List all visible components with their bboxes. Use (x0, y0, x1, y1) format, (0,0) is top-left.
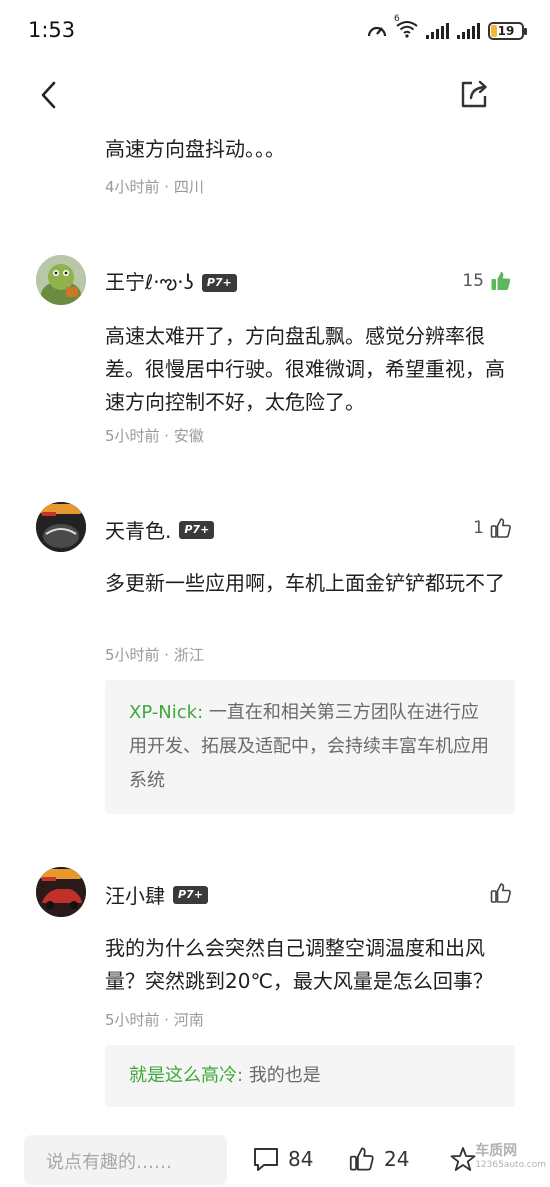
comment-text: 高速方向盘抖动。。。 (105, 137, 285, 161)
comments-button[interactable]: 84 (252, 1146, 313, 1172)
username-row: 汪小肆 P7+ (105, 880, 208, 909)
status-icons: 6 19 (366, 14, 527, 42)
comment-text: 高速太难开了，方向盘乱飘。感觉分辨率很差。很慢居中行驶。很难微调，希望重视，高速… (105, 324, 505, 414)
username[interactable]: 天青色. (105, 515, 171, 544)
status-time: 1:53 (28, 18, 76, 42)
comment-meta: 5小时前 · 安徽 (105, 427, 204, 445)
avatar-car-image (36, 867, 86, 917)
back-arrow-icon[interactable] (36, 80, 64, 110)
reply-box[interactable]: 就是这么高冷: 我的也是 (105, 1045, 515, 1107)
like-count: 24 (384, 1147, 410, 1171)
battery-icon: 19 (488, 22, 527, 40)
bottom-action-bar: 说点有趣的…… 84 24 车质网 12365auto.com (0, 1130, 550, 1187)
reply-box[interactable]: XP-Nick: 一直在和相关第三方团队在进行应用开发、拓展及适配中，会持续丰富… (105, 680, 515, 814)
like-button[interactable]: 1 (473, 517, 512, 539)
like-button[interactable]: 15 (462, 270, 512, 292)
avatar-frog-image (36, 255, 86, 305)
share-icon[interactable] (458, 78, 490, 110)
user-avatar[interactable] (36, 255, 86, 305)
thumbs-up-filled-icon (491, 272, 511, 290)
car-model-badge: P7+ (173, 885, 208, 904)
speedometer-icon (367, 26, 387, 37)
like-count: 1 (473, 518, 484, 538)
favorite-button[interactable] (450, 1146, 476, 1172)
thumbs-up-outline-icon (349, 1147, 374, 1171)
signal-icon-1 (426, 23, 449, 39)
like-button[interactable] (484, 882, 512, 904)
thumbs-up-outline-icon (490, 883, 511, 903)
avatar-shark-image (36, 502, 86, 552)
battery-level: 19 (497, 24, 515, 38)
comment-meta: 5小时前 · 河南 (105, 1011, 204, 1029)
comment-meta: 4小时前 · 四川 (105, 178, 204, 196)
like-count: 15 (462, 271, 484, 291)
username[interactable]: 汪小肆 (105, 880, 165, 909)
thumbs-up-outline-icon (490, 518, 511, 538)
comment-text: 多更新一些应用啊，车机上面金铲铲都玩不了 (105, 571, 505, 595)
wifi-status: 6 (394, 14, 418, 42)
signal-icon-2 (457, 23, 480, 39)
comment-bubble-icon (254, 1148, 278, 1171)
username-row: 天青色. P7+ (105, 515, 215, 544)
reply-author[interactable]: XP-Nick: (129, 702, 203, 723)
status-bar: 1:53 6 19 (0, 0, 550, 60)
battery-fill (491, 25, 497, 37)
user-avatar[interactable] (36, 867, 86, 917)
reply-author[interactable]: 就是这么高冷: (129, 1065, 243, 1086)
car-model-badge: P7+ (201, 273, 237, 292)
reply-text: 我的也是 (248, 1065, 321, 1086)
comment-count: 84 (288, 1147, 314, 1171)
comment-text: 我的为什么会突然自己调整空调温度和出风量？突然跳到20℃，最大风量是怎么回事？ (105, 936, 493, 993)
comment-meta: 5小时前 · 浙江 (105, 646, 204, 664)
watermark-brand: 车质网 (475, 1143, 518, 1159)
car-model-badge: P7+ (179, 520, 215, 539)
article-like-button[interactable]: 24 (348, 1146, 409, 1172)
star-icon (450, 1147, 476, 1171)
username-row: 王宁ℓ·ఌ·ʖ P7+ (105, 266, 237, 299)
site-watermark: 车质网 12365auto.com (475, 1140, 546, 1170)
comment-input[interactable]: 说点有趣的…… (24, 1135, 227, 1185)
watermark-url: 12365auto.com (475, 1160, 546, 1170)
wifi-label: 6 (394, 14, 400, 24)
top-nav (0, 70, 550, 120)
username[interactable]: 王宁ℓ·ఌ·ʖ (105, 266, 194, 299)
user-avatar[interactable] (36, 502, 86, 552)
